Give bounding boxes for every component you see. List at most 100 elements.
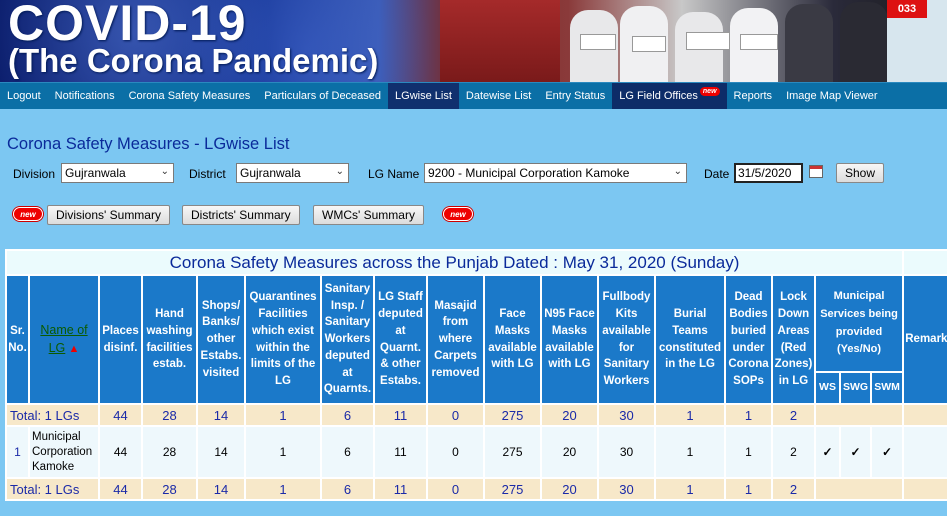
chevron-down-icon: ⌄ (160, 166, 169, 177)
table-total-row-top: Total: 1 LGs 44 28 14 1 6 11 0 275 20 30… (7, 405, 947, 425)
total-cell: 14 (198, 405, 244, 425)
header-fullbody: Fullbody Kits available for Sanitary Wor… (599, 276, 654, 403)
total-cell: 2 (773, 479, 814, 499)
total-empty-cell (816, 405, 903, 425)
total-cell: 6 (322, 479, 373, 499)
row-remarks (904, 427, 947, 477)
district-label: District (189, 167, 226, 181)
header-face-masks: Face Masks available with LG (485, 276, 540, 403)
banner-subtitle: (The Corona Pandemic) (8, 42, 379, 79)
nav-lg-field-offices-label: LG Field Offices (619, 90, 698, 102)
sort-name-link[interactable]: Name of LG (40, 323, 87, 356)
page-title: Corona Safety Measures - LGwise List (7, 135, 290, 153)
row-cell: 30 (599, 427, 654, 477)
total-cell: 44 (100, 479, 141, 499)
total-cell: 0 (428, 479, 483, 499)
table-caption: Corona Safety Measures across the Punjab… (7, 251, 903, 274)
header-shops: Shops/ Banks/ other Estabs. visited (198, 276, 244, 403)
measures-table: Corona Safety Measures across the Punjab… (5, 249, 947, 501)
new-badge-icon: new (13, 207, 43, 221)
swg-check-icon: ✓ (841, 427, 870, 477)
total-cell: 6 (322, 405, 373, 425)
show-button[interactable]: Show (836, 163, 885, 183)
nav-lgwise-list[interactable]: LGwise List (388, 83, 459, 109)
banner-photo: 033 (440, 0, 947, 82)
header-sanitary: Sanitary Insp. / Sanitary Workers depute… (322, 276, 373, 403)
nav-lg-field-offices[interactable]: LG Field Offices new (612, 83, 727, 109)
row-cell: 20 (542, 427, 597, 477)
new-badge-icon: new (443, 207, 473, 221)
total-cell: 1 (246, 405, 320, 425)
nav-datewise-list[interactable]: Datewise List (459, 83, 538, 109)
swm-check-icon: ✓ (872, 427, 903, 477)
division-select[interactable]: Gujranwala ⌄ (61, 163, 174, 183)
district-select[interactable]: Gujranwala ⌄ (236, 163, 349, 183)
total-empty-cell (904, 479, 947, 499)
division-select-value: Gujranwala (65, 166, 126, 180)
header-ws: WS (816, 373, 839, 403)
divisions-summary-button[interactable]: Divisions' Summary (47, 205, 170, 225)
header-n95: N95 Face Masks available with LG (542, 276, 597, 403)
total-cell: 11 (375, 405, 426, 425)
total-cell: 1 (726, 405, 771, 425)
header-masajid: Masajid from where Carpets removed (428, 276, 483, 403)
header-swm: SWM (872, 373, 903, 403)
header-municipal-services: Municipal Services being provided (Yes/N… (816, 276, 903, 371)
lg-name-label: LG Name (368, 167, 420, 181)
row-cell: 275 (485, 427, 540, 477)
total-cell: 28 (143, 405, 196, 425)
chevron-down-icon: ⌄ (673, 166, 682, 177)
total-cell: 0 (428, 405, 483, 425)
nav-image-map-viewer[interactable]: Image Map Viewer (779, 83, 885, 109)
ws-check-icon: ✓ (816, 427, 839, 477)
row-cell: 1 (246, 427, 320, 477)
date-input[interactable]: 31/5/2020 (734, 163, 803, 183)
lg-name-select-value: 9200 - Municipal Corporation Kamoke (428, 166, 630, 180)
header-remarks: Remarks (904, 276, 947, 403)
total-cell: 1 (656, 405, 724, 425)
row-cell: 44 (100, 427, 141, 477)
table-row: 1 Municipal Corporation Kamoke 44 28 14 … (7, 427, 947, 477)
row-cell: 0 (428, 427, 483, 477)
total-cell: 20 (542, 479, 597, 499)
total-empty-cell (816, 479, 903, 499)
nav-logout[interactable]: Logout (0, 83, 48, 109)
header-quarantines: Quarantines Facilities which exist withi… (246, 276, 320, 403)
main-nav: Logout Notifications Corona Safety Measu… (0, 82, 947, 109)
sort-up-arrow-icon: ▲ (68, 343, 80, 356)
nav-notifications[interactable]: Notifications (48, 83, 122, 109)
calendar-icon[interactable] (809, 165, 823, 178)
row-cell: 1 (656, 427, 724, 477)
measures-table-wrap: Corona Safety Measures across the Punjab… (5, 249, 947, 501)
header-burial: Burial Teams constituted in the LG (656, 276, 724, 403)
table-total-row-bottom: Total: 1 LGs 44 28 14 1 6 11 0 275 20 30… (7, 479, 947, 499)
lg-name-select[interactable]: 9200 - Municipal Corporation Kamoke ⌄ (424, 163, 687, 183)
header-hand-washing: Hand washing facilities estab. (143, 276, 196, 403)
total-cell: 1 (726, 479, 771, 499)
total-cell: 28 (143, 479, 196, 499)
total-cell: 11 (375, 479, 426, 499)
wmcs-summary-button[interactable]: WMCs' Summary (313, 205, 424, 225)
nav-entry-status[interactable]: Entry Status (538, 83, 612, 109)
total-cell: 44 (100, 405, 141, 425)
header-swg: SWG (841, 373, 870, 403)
header-sr-no: Sr. No. (7, 276, 28, 403)
row-cell: 2 (773, 427, 814, 477)
districts-summary-button[interactable]: Districts' Summary (182, 205, 300, 225)
header-lockdown: Lock Down Areas (Red Zones) in LG (773, 276, 814, 403)
total-cell: 2 (773, 405, 814, 425)
division-label: Division (13, 167, 56, 181)
total-cell: 14 (198, 479, 244, 499)
row-cell: 14 (198, 427, 244, 477)
total-cell: 30 (599, 479, 654, 499)
header-dead-bodies: Dead Bodies buried under Corona SOPs (726, 276, 771, 403)
total-empty-cell (904, 405, 947, 425)
date-label: Date (704, 167, 730, 181)
nav-corona-safety-measures[interactable]: Corona Safety Measures (122, 83, 258, 109)
nav-reports[interactable]: Reports (727, 83, 780, 109)
header-name-of-lg[interactable]: Name of LG ▲ (30, 276, 98, 403)
total-cell: 20 (542, 405, 597, 425)
nav-particulars-of-deceased[interactable]: Particulars of Deceased (257, 83, 388, 109)
header-banner: 033 COVID-19 (The Corona Pandemic) (0, 0, 947, 82)
row-cell: 28 (143, 427, 196, 477)
